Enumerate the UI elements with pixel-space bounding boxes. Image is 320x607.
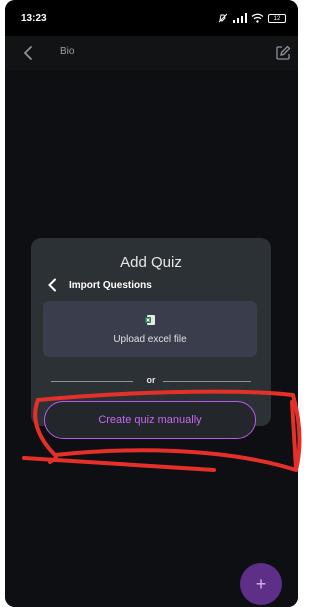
add-quiz-dialog: Add Quiz Import Questions Upload excel f…	[31, 238, 271, 439]
create-quiz-manually-button[interactable]: Create quiz manually	[44, 401, 256, 439]
status-icons: 12	[217, 11, 286, 25]
divider-line	[163, 381, 251, 382]
chevron-left-icon	[23, 46, 32, 60]
excel-file-icon	[145, 315, 155, 325]
dialog-title: Add Quiz	[120, 254, 182, 271]
battery-icon: 12	[268, 13, 286, 23]
plus-icon: +	[255, 573, 267, 594]
vibrate-mute-icon	[218, 13, 228, 23]
add-fab-button[interactable]: +	[240, 563, 282, 605]
upload-excel-button[interactable]: Upload excel file	[43, 301, 257, 357]
phone-frame: 13:23 12 Bio + Add Quiz Import Questions…	[0, 0, 303, 607]
or-divider: or	[51, 375, 251, 387]
or-label: or	[146, 375, 156, 385]
edit-square-icon	[276, 45, 291, 60]
top-app-bar: Bio	[5, 36, 298, 70]
divider-line	[51, 381, 133, 382]
upload-excel-label: Upload excel file	[113, 334, 187, 345]
signal-icon	[233, 13, 247, 23]
page-title: Bio	[60, 46, 75, 57]
edit-button[interactable]	[272, 42, 294, 64]
status-bar: 13:23 12	[5, 0, 298, 36]
status-time: 13:23	[21, 13, 47, 24]
import-questions-label: Import Questions	[69, 279, 152, 291]
wifi-icon	[251, 13, 264, 23]
back-button[interactable]	[17, 42, 39, 64]
import-questions-row[interactable]: Import Questions	[47, 276, 152, 294]
chevron-left-icon[interactable]	[47, 278, 57, 292]
